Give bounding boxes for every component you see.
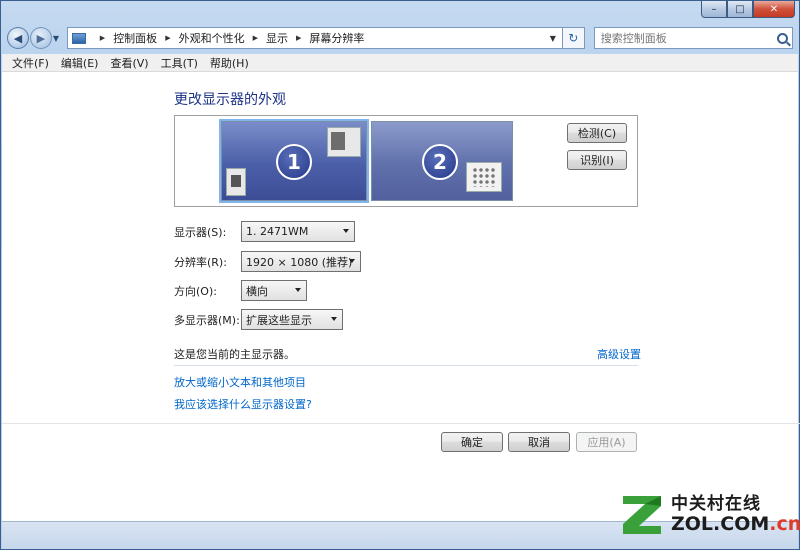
recent-pages-dropdown[interactable]: ▼ xyxy=(53,34,63,43)
divider xyxy=(2,423,800,424)
chevron-right-icon: ▶ xyxy=(99,34,106,42)
detect-button[interactable]: 检测(C) xyxy=(567,123,627,143)
resolution-row: 分辨率(R): 1920 × 1080 (推荐) xyxy=(174,251,361,272)
phone-thumbnail-icon xyxy=(226,168,246,196)
close-button[interactable]: ✕ xyxy=(753,1,795,18)
display-row: 显示器(S): 1. 2471WM xyxy=(174,221,355,242)
control-panel-icon xyxy=(71,32,86,44)
keypad-thumbnail-icon xyxy=(466,162,502,192)
navigation-bar: ◀ ▶ ▼ ▶ 控制面板 ▶ 外观和个性化 ▶ 显示 ▶ 屏幕分辨率 ▼ ↻ xyxy=(7,25,793,51)
watermark-url-main: ZOL.COM xyxy=(671,512,770,535)
watermark-brand: 中关村在线 xyxy=(671,494,761,515)
display-label: 显示器(S): xyxy=(174,225,227,239)
zol-logo-icon xyxy=(619,492,665,538)
chevron-right-icon[interactable]: ▶ xyxy=(253,34,258,42)
display-settings-help-link[interactable]: 我应该选择什么显示器设置? xyxy=(174,396,312,412)
orientation-select[interactable]: 横向 xyxy=(241,280,307,301)
address-dropdown-icon[interactable]: ▼ xyxy=(544,34,562,43)
chevron-down-icon xyxy=(349,259,355,263)
orientation-label: 方向(O): xyxy=(174,284,217,298)
orientation-row: 方向(O): 横向 xyxy=(174,280,307,301)
watermark: 中关村在线 ZOL.COM.cn xyxy=(619,492,800,538)
menu-bar: 文件(F) 编辑(E) 查看(V) 工具(T) 帮助(H) xyxy=(2,54,798,72)
multi-display-select[interactable]: 扩展这些显示 xyxy=(241,309,343,330)
divider xyxy=(174,365,638,366)
maximize-button[interactable]: □ xyxy=(727,1,753,18)
content-pane: 更改显示器的外观 1 2 检测(C) 识别(I) 显示器(S): 1. 2471… xyxy=(2,72,800,523)
chevron-down-icon xyxy=(343,229,349,233)
chevron-right-icon[interactable]: ▶ xyxy=(165,34,170,42)
forward-button[interactable]: ▶ xyxy=(29,27,52,49)
breadcrumb-control-panel[interactable]: 控制面板 xyxy=(113,30,157,46)
watermark-url-suffix: .cn xyxy=(769,512,800,535)
watermark-text: 中关村在线 ZOL.COM.cn xyxy=(671,495,800,535)
identify-button[interactable]: 识别(I) xyxy=(567,150,627,170)
address-bar[interactable]: ▶ 控制面板 ▶ 外观和个性化 ▶ 显示 ▶ 屏幕分辨率 ▼ xyxy=(66,27,563,49)
chevron-right-icon[interactable]: ▶ xyxy=(296,34,301,42)
resolution-value: 1920 × 1080 (推荐) xyxy=(246,255,353,269)
monitor-arrangement: 1 2 检测(C) 识别(I) xyxy=(174,115,638,207)
chevron-down-icon xyxy=(331,317,337,321)
menu-edit[interactable]: 编辑(E) xyxy=(61,55,99,71)
primary-display-note: 这是您当前的主显示器。 xyxy=(174,348,295,361)
monitor-number-2: 2 xyxy=(422,144,458,180)
search-box[interactable] xyxy=(593,27,793,49)
breadcrumb-appearance[interactable]: 外观和个性化 xyxy=(179,30,245,46)
menu-tools[interactable]: 工具(T) xyxy=(161,55,198,71)
multi-display-label: 多显示器(M): xyxy=(174,313,240,327)
apply-button[interactable]: 应用(A) xyxy=(576,432,637,452)
text-size-link[interactable]: 放大或缩小文本和其他项目 xyxy=(174,374,306,390)
multi-display-row: 多显示器(M): 扩展这些显示 xyxy=(174,309,343,330)
watermark-url: ZOL.COM.cn xyxy=(671,512,800,535)
refresh-button[interactable]: ↻ xyxy=(562,27,585,49)
cancel-button[interactable]: 取消 xyxy=(508,432,570,452)
monitor-1[interactable]: 1 xyxy=(221,121,367,201)
minimize-button[interactable]: – xyxy=(701,1,727,18)
ok-button[interactable]: 确定 xyxy=(441,432,503,452)
window-thumbnail-icon xyxy=(327,127,361,157)
breadcrumb-display[interactable]: 显示 xyxy=(266,30,288,46)
orientation-value: 横向 xyxy=(246,284,268,298)
advanced-settings-link[interactable]: 高级设置 xyxy=(597,346,641,362)
breadcrumb-resolution[interactable]: 屏幕分辨率 xyxy=(309,30,364,46)
menu-help[interactable]: 帮助(H) xyxy=(210,55,249,71)
monitor-2[interactable]: 2 xyxy=(371,121,513,201)
window: – □ ✕ ◀ ▶ ▼ ▶ 控制面板 ▶ 外观和个性化 ▶ 显示 ▶ 屏幕分辨率… xyxy=(0,0,800,550)
page-title: 更改显示器的外观 xyxy=(174,92,286,108)
menu-view[interactable]: 查看(V) xyxy=(110,55,148,71)
resolution-select[interactable]: 1920 × 1080 (推荐) xyxy=(241,251,361,272)
multi-display-value: 扩展这些显示 xyxy=(246,313,312,327)
resolution-label: 分辨率(R): xyxy=(174,255,227,269)
display-value: 1. 2471WM xyxy=(246,225,309,238)
search-input[interactable] xyxy=(600,31,761,45)
menu-file[interactable]: 文件(F) xyxy=(12,55,49,71)
search-icon[interactable] xyxy=(777,32,788,44)
back-button[interactable]: ◀ xyxy=(7,27,29,49)
display-select[interactable]: 1. 2471WM xyxy=(241,221,355,242)
caption-buttons: – □ ✕ xyxy=(701,1,795,19)
chevron-down-icon xyxy=(295,288,301,292)
breadcrumb: ▶ 控制面板 ▶ 外观和个性化 ▶ 显示 ▶ 屏幕分辨率 xyxy=(92,30,365,46)
monitor-number-1: 1 xyxy=(276,144,312,180)
